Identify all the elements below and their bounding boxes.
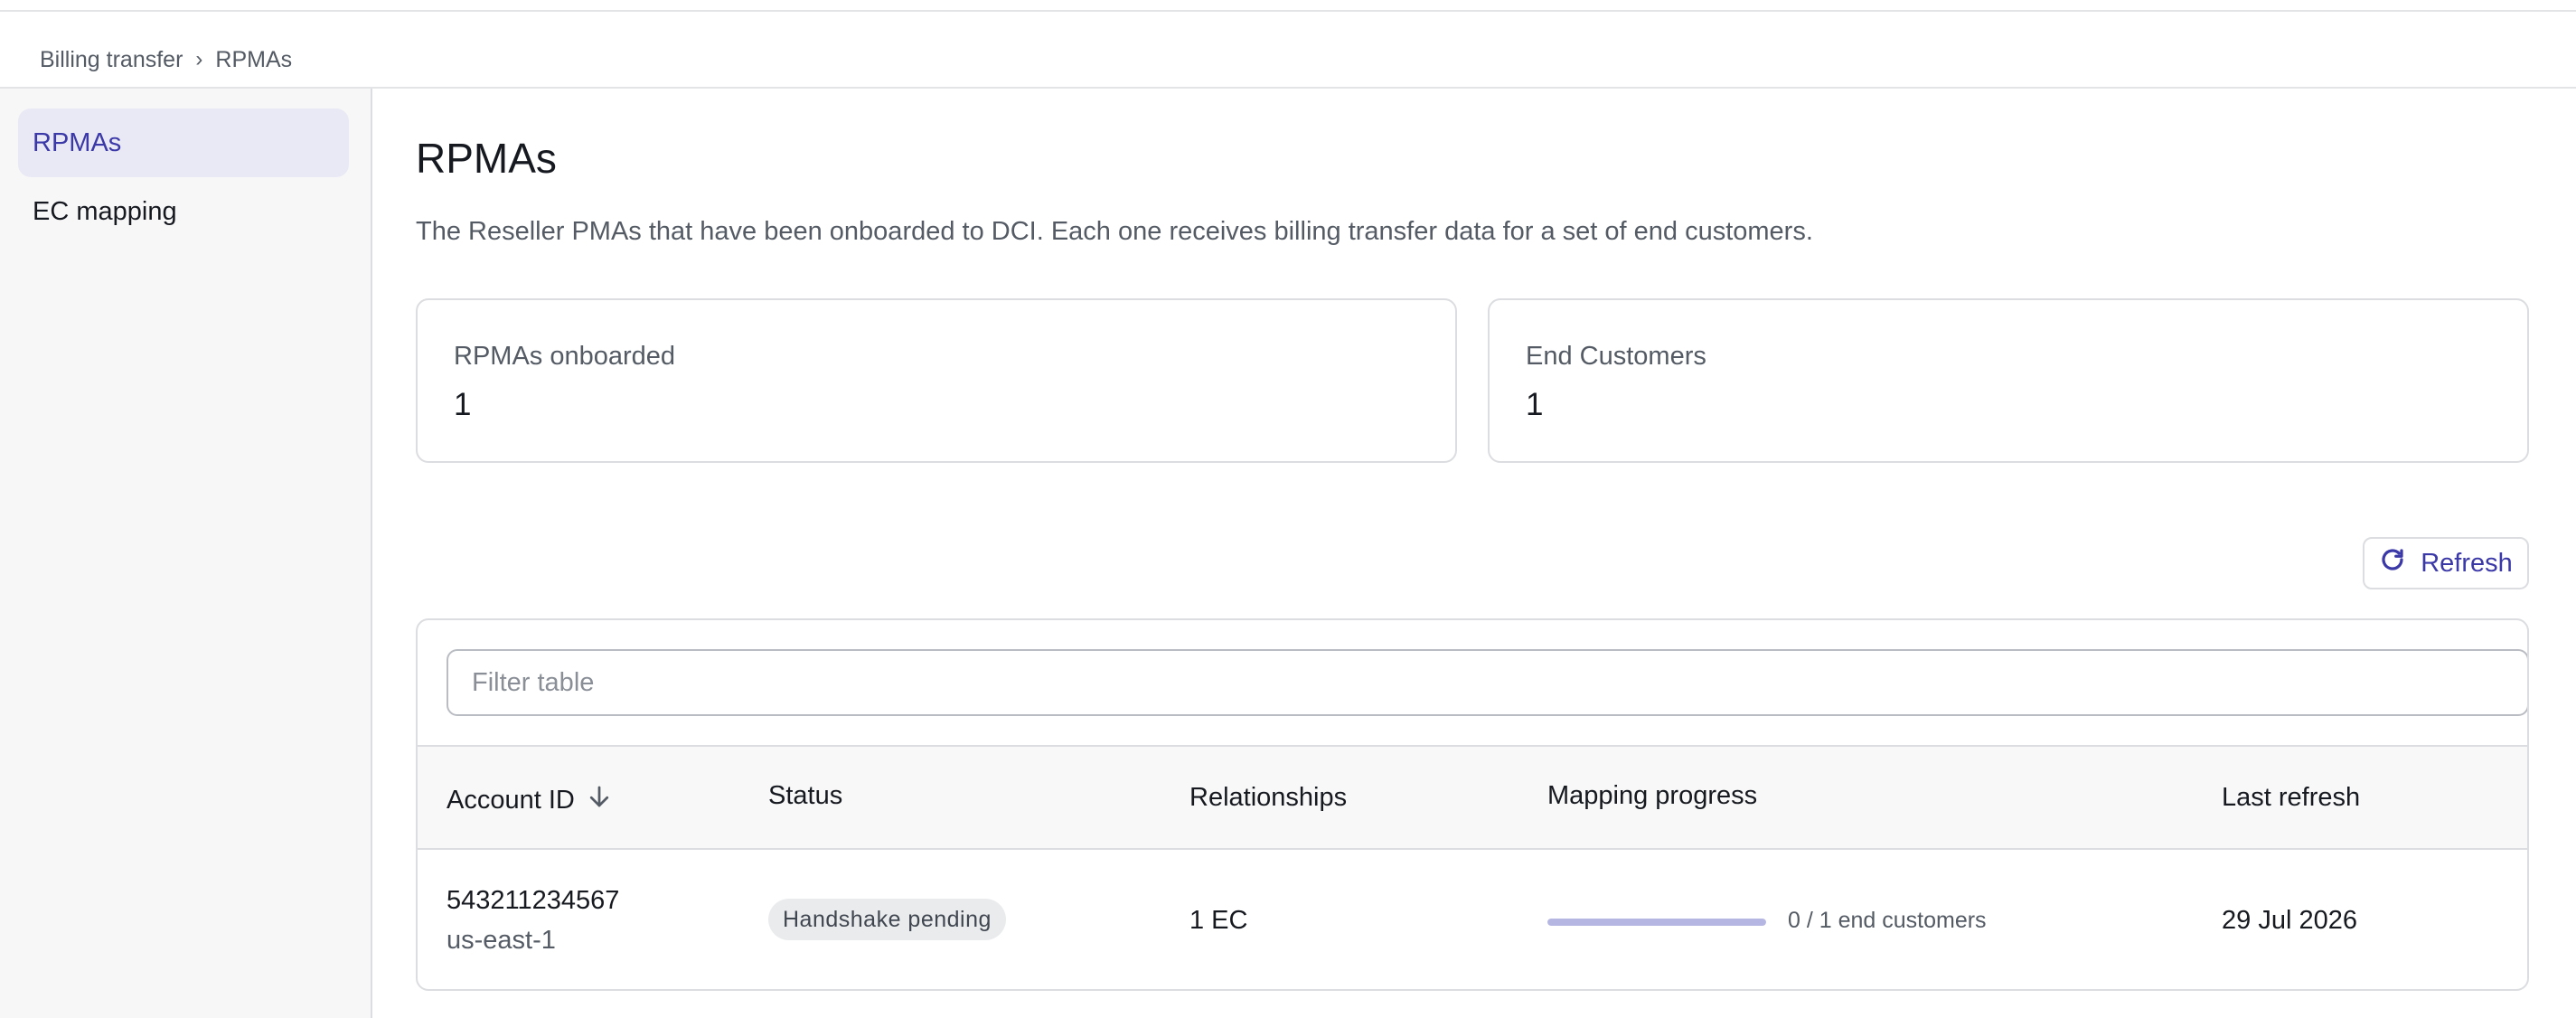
table-row[interactable]: 543211234567 us-east-1 Handshake pending… — [418, 850, 2527, 989]
account-id: 543211234567 — [447, 886, 620, 915]
breadcrumb-parent-link[interactable]: Billing transfer — [40, 47, 183, 73]
page-description: The Reseller PMAs that have been onboard… — [416, 217, 1813, 246]
breadcrumb-current: RPMAs — [215, 46, 293, 72]
table-header: Account ID Status Relationships Mapping … — [418, 745, 2527, 850]
column-header-label: Account ID — [447, 785, 575, 815]
sidebar-item-ec-mapping[interactable]: EC mapping — [18, 177, 349, 246]
filter-table-input[interactable] — [447, 649, 2527, 716]
sidebar-item-label: EC mapping — [33, 196, 177, 226]
column-header-label: Relationships — [1189, 783, 1348, 812]
column-header-mapping-progress[interactable]: Mapping progress — [1547, 781, 1757, 811]
stat-card-rpmas-onboarded: RPMAs onboarded 1 — [416, 298, 1457, 463]
stat-value: 1 — [1526, 387, 1544, 422]
breadcrumb: Billing transfer › RPMAs — [40, 45, 292, 74]
header-divider — [0, 87, 2576, 89]
sidebar-item-rpmas[interactable]: RPMAs — [18, 108, 349, 177]
sidebar: RPMAs EC mapping — [0, 89, 372, 1018]
breadcrumb-separator: › — [195, 47, 203, 71]
column-header-label: Mapping progress — [1547, 781, 1758, 810]
top-bar — [0, 0, 2576, 12]
refresh-icon — [2379, 546, 2406, 580]
stat-card-end-customers: End Customers 1 — [1488, 298, 2529, 463]
mapping-progress-bar — [1547, 919, 1766, 926]
refresh-button[interactable]: Refresh — [2363, 537, 2529, 589]
stat-label: RPMAs onboarded — [454, 342, 676, 371]
arrow-down-icon — [586, 783, 613, 817]
rpmas-table: Account ID Status Relationships Mapping … — [416, 618, 2529, 991]
stat-label: End Customers — [1526, 342, 1706, 371]
page-title: RPMAs — [416, 135, 557, 182]
status-badge: Handshake pending — [768, 899, 1006, 940]
column-header-status[interactable]: Status — [768, 781, 842, 811]
column-header-label: Last refresh — [2222, 783, 2361, 812]
last-refresh-value: 29 Jul 2026 — [2222, 906, 2357, 935]
column-header-last-refresh[interactable]: Last refresh — [2222, 783, 2360, 813]
mapping-progress-text: 0 / 1 end customers — [1788, 908, 1987, 933]
refresh-label: Refresh — [2421, 548, 2513, 578]
stat-value: 1 — [454, 387, 472, 422]
column-header-account-id[interactable]: Account ID — [447, 783, 613, 817]
sidebar-item-label: RPMAs — [33, 127, 122, 157]
column-header-label: Status — [768, 781, 843, 810]
mapping-progress-fill — [1547, 919, 1766, 926]
account-region: us-east-1 — [447, 926, 556, 955]
column-header-relationships[interactable]: Relationships — [1189, 783, 1347, 813]
relationships-value: 1 EC — [1189, 906, 1248, 935]
